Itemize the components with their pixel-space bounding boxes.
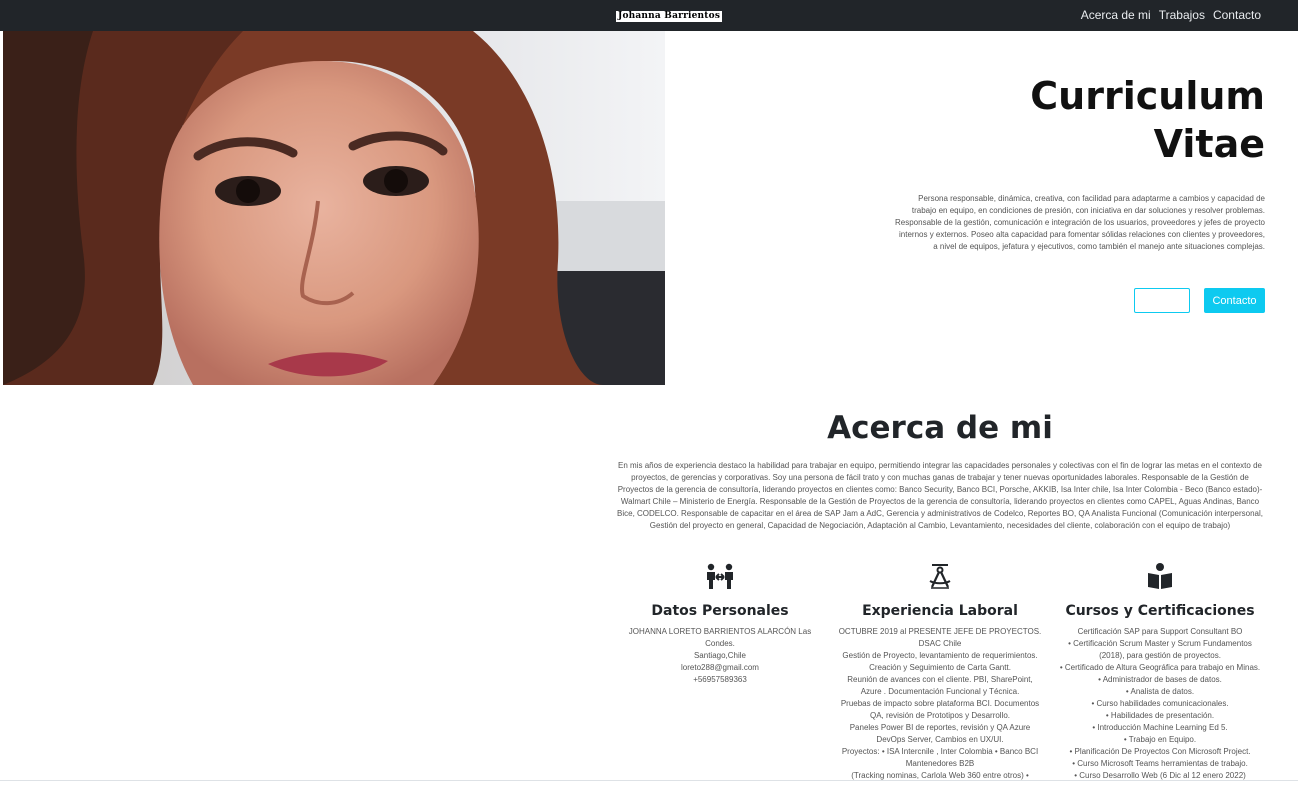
line: • Curso habilidades comunicacionales. [1091, 699, 1229, 708]
book-reader-icon [1148, 563, 1172, 589]
column-title: Experiencia Laboral [862, 603, 1018, 619]
hero-title-line1: Curriculum [1030, 74, 1265, 118]
line: DSAC Chile [918, 639, 962, 648]
line: Gestión de Proyecto, levantamiento de re… [842, 651, 1038, 660]
line: • Trabajo en Equipo. [1123, 735, 1197, 744]
column-lines: OCTUBRE 2019 al PRESENTE JEFE DE PROYECT… [830, 626, 1050, 782]
line: Certificación SAP para Support Consultan… [1077, 627, 1243, 636]
hero-description: Persona responsable, dinámica, creativa,… [895, 194, 1265, 251]
column-title: Cursos y Certificaciones [1065, 603, 1255, 619]
line: Creación y Seguimiento de Carta Gantt. [869, 663, 1011, 672]
line: • Curso Microsoft Teams herramientas de … [1072, 759, 1248, 768]
people-arrows-icon [707, 563, 733, 589]
column-datos-personales: Datos Personales JOHANNA LORETO BARRIENT… [610, 562, 830, 686]
line: • Planificación De Proyectos Con Microso… [1069, 747, 1251, 756]
drafting-compass-icon [929, 564, 951, 589]
line: • Administrador de bases de datos. [1098, 675, 1222, 684]
navbar: Johanna Barrientos Acerca de mi Trabajos… [0, 0, 1298, 31]
line: OCTUBRE 2019 al PRESENTE JEFE DE PROYECT… [838, 627, 1042, 636]
trabajos-button[interactable]: Trabajos [1134, 288, 1190, 313]
portrait-image [3, 31, 665, 385]
line: Mantenedores B2B [905, 759, 975, 768]
line: • Habilidades de presentación. [1105, 711, 1215, 720]
line: Reunión de avances con el cliente. PBI, … [847, 675, 1033, 684]
contacto-button[interactable]: Contacto [1204, 288, 1265, 313]
line: • Analista de datos. [1125, 687, 1195, 696]
email-line: loreto288@gmail.com [681, 663, 759, 672]
nav-links: Acerca de mi Trabajos Contacto [1081, 8, 1261, 23]
line: Proyectos: • ISA Intercnile , Inter Colo… [841, 747, 1039, 756]
line: (2018), para gestión de proyectos. [1099, 651, 1221, 660]
column-cursos-certificaciones: Cursos y Certificaciones Certificación S… [1050, 562, 1270, 782]
phone-line: +56957589363 [693, 675, 747, 684]
profile-photo [3, 31, 665, 385]
about-title: Acerca de mi [827, 410, 1053, 446]
hero-heading: Curriculum Vitae [880, 72, 1265, 168]
line: • Certificación Scrum Master y Scrum Fun… [1068, 639, 1252, 648]
line: Pruebas de impacto sobre plataforma BCI.… [840, 699, 1040, 708]
line: Paneles Power BI de reportes, revisión y… [849, 723, 1031, 732]
column-lines: JOHANNA LORETO BARRIENTOS ALARCÓN Las Co… [610, 626, 830, 686]
column-lines: Certificación SAP para Support Consultan… [1050, 626, 1270, 782]
brand-logo[interactable]: Johanna Barrientos [616, 11, 723, 22]
line: • Certificado de Altura Geográfica para … [1059, 663, 1261, 672]
page-divider [0, 780, 1298, 781]
nav-link-acerca[interactable]: Acerca de mi [1081, 8, 1151, 23]
line: QA, revisión de Prototipos y Desarrollo. [869, 711, 1011, 720]
about-text: En mis años de experiencia destaco la ha… [617, 461, 1263, 530]
column-experiencia-laboral: Experiencia Laboral OCTUBRE 2019 al PRES… [830, 562, 1050, 782]
nav-link-trabajos[interactable]: Trabajos [1159, 8, 1205, 23]
line: Condes. [705, 639, 735, 648]
line: DevOps Server, Cambios en UX/UI. [876, 735, 1004, 744]
nav-link-contacto[interactable]: Contacto [1213, 8, 1261, 23]
line: Santiago,Chile [693, 651, 747, 660]
line: • Introducción Machine Learning Ed 5. [1092, 723, 1228, 732]
hero-title: Curriculum Vitae [880, 72, 1265, 168]
line: JOHANNA LORETO BARRIENTOS ALARCÓN Las [628, 627, 812, 636]
line: Azure . Documentación Funcional y Técnic… [860, 687, 1020, 696]
column-title: Datos Personales [651, 603, 789, 619]
hero-title-line2: Vitae [1153, 122, 1265, 166]
